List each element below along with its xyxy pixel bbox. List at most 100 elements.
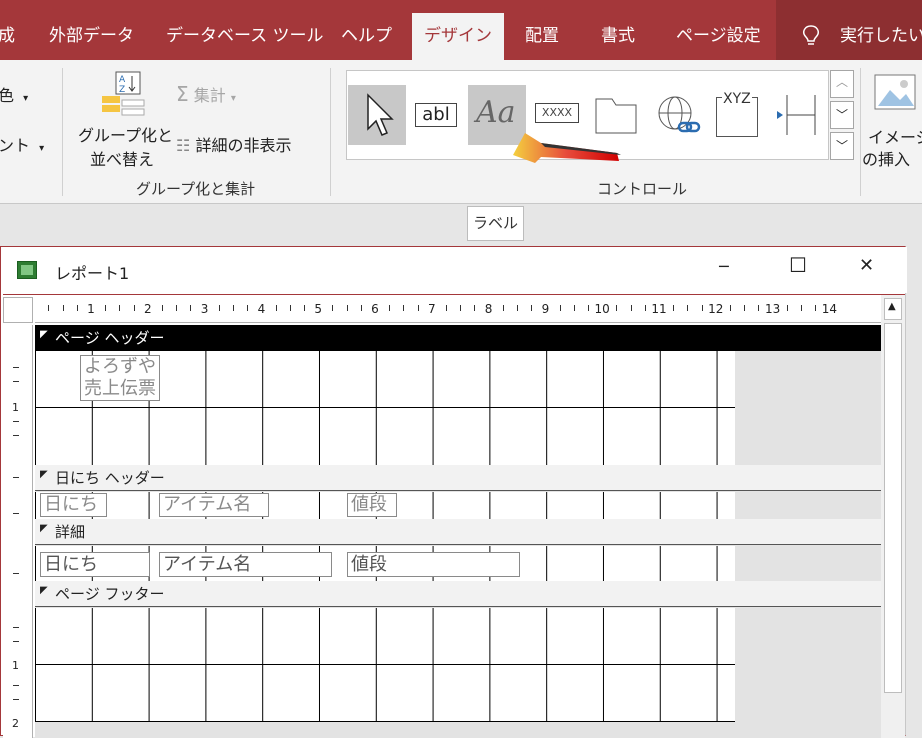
controls-gallery: abl Aa XXXX XYZ	[346, 70, 829, 163]
gallery-scroll-down[interactable]: ﹀	[830, 101, 854, 129]
chart-control[interactable]: XYZ	[710, 85, 768, 145]
section-date-header-label: 日にち ヘッダー	[55, 469, 165, 487]
ruler-number: 14	[821, 302, 838, 316]
tooltip: ラベル	[467, 206, 524, 241]
textbox-control[interactable]: abl	[409, 85, 467, 145]
color-button-partial[interactable]: 色 ▾	[0, 82, 28, 106]
ruler-number: 13	[764, 302, 781, 316]
ruler-tick	[13, 381, 19, 382]
price-header-label[interactable]: 値段	[347, 493, 397, 517]
close-button[interactable]: ✕	[859, 255, 874, 276]
ribbon-panel: 色 ▾ ント ▾ A Z グループ化と 並べ替え Σ 集計 ▾ ☷ 詳細の非表示…	[0, 60, 922, 204]
ruler-tick	[573, 305, 575, 311]
tab-design[interactable]: デザイン	[412, 13, 504, 60]
tab-database-tools[interactable]: データベース ツール	[166, 0, 324, 60]
section-date-header[interactable]: ◤ 日にち ヘッダー	[35, 465, 881, 491]
ruler-tick	[701, 305, 703, 311]
gallery-scroll-up[interactable]: ︿	[830, 70, 854, 98]
ruler-tick	[13, 477, 19, 478]
group-sort-button[interactable]: A Z グループ化と 並べ替え	[76, 70, 173, 170]
group-separator	[62, 68, 63, 196]
ruler-tick	[403, 305, 405, 311]
ribbon-tab-bar: 成 外部データ データベース ツール ヘルプ デザイン 配置 書式 ページ設定 …	[0, 0, 922, 60]
hyperlink-control[interactable]	[649, 85, 707, 145]
section-detail-label: 詳細	[55, 523, 86, 541]
ruler-tick	[417, 305, 419, 311]
section-detail[interactable]: ◤ 詳細	[35, 519, 881, 545]
ruler-tick	[687, 305, 689, 311]
item-name-field[interactable]: アイテム名	[159, 552, 332, 577]
grid-line	[35, 664, 735, 665]
gallery-more[interactable]: ﹀	[830, 132, 854, 160]
hide-details-button[interactable]: ☷ 詳細の非表示	[176, 132, 291, 156]
item-name-header-label[interactable]: アイテム名	[159, 493, 269, 517]
ruler-tick	[162, 305, 163, 311]
page-break-icon	[777, 95, 816, 135]
ruler-number: 1	[12, 401, 19, 414]
globe-link-icon	[658, 96, 701, 133]
tab-create-partial[interactable]: 成	[0, 0, 15, 60]
page-break-control[interactable]	[769, 85, 827, 145]
maximize-button[interactable]: ☐	[789, 253, 807, 277]
minimize-button[interactable]: ─	[719, 257, 729, 276]
ruler-number: 2	[12, 717, 19, 730]
ruler-tick	[815, 305, 817, 311]
ruler-corner[interactable]	[3, 297, 33, 323]
date-field[interactable]: 日にち	[40, 552, 150, 577]
section-marker-icon: ◤	[40, 585, 48, 596]
store-title-label[interactable]: よろずや 売上伝票	[80, 355, 160, 401]
ruler-tick	[247, 305, 249, 311]
totals-button[interactable]: Σ 集計 ▾	[176, 82, 236, 106]
pointer-arrow-icon	[367, 93, 394, 136]
ruler-tick	[48, 305, 50, 311]
color-button-label: 色	[0, 86, 15, 105]
tab-format[interactable]: 書式	[601, 0, 635, 60]
ruler-tick	[190, 305, 192, 311]
ruler-tick	[13, 573, 19, 574]
chevron-up-icon: ︿	[836, 75, 849, 89]
ruler-tick	[13, 641, 19, 642]
font-button-partial[interactable]: ント ▾	[0, 132, 44, 156]
font-button-label: ント	[0, 136, 31, 155]
insert-image-button[interactable]: イメージ の挿入	[862, 70, 922, 180]
svg-text:Z: Z	[119, 85, 125, 95]
scroll-up-button[interactable]: ▲	[884, 298, 902, 320]
totals-label: 集計	[193, 86, 226, 105]
scroll-up-arrow-icon: ▲	[888, 301, 896, 312]
section-marker-icon: ◤	[40, 329, 48, 340]
ruler-tick	[801, 305, 802, 311]
ruler-tick	[559, 305, 561, 311]
ruler-number: 5	[314, 302, 323, 316]
controls-section-label: コントロール	[597, 180, 688, 198]
grid-line	[35, 721, 735, 722]
ruler-tick	[360, 305, 362, 311]
hide-details-icon: ☷	[176, 136, 191, 155]
section-page-footer[interactable]: ◤ ページ フッター	[35, 581, 881, 607]
ruler-number: 10	[594, 302, 610, 316]
tab-arrange[interactable]: 配置	[525, 0, 559, 60]
price-field[interactable]: 値段	[347, 552, 520, 577]
select-pointer-control[interactable]	[348, 85, 406, 145]
lightbulb-icon	[803, 25, 819, 45]
ruler-tick	[218, 305, 220, 311]
grid-line	[35, 407, 735, 408]
group-separator	[330, 68, 331, 196]
tab-help[interactable]: ヘルプ	[341, 0, 392, 60]
scroll-thumb[interactable]	[884, 323, 902, 693]
ruler-tick	[304, 305, 305, 311]
page-footer-grid	[35, 608, 735, 722]
tell-me-box[interactable]: 実行したい作業	[776, 0, 922, 60]
ruler-tick	[76, 305, 78, 311]
store-title-line2: 売上伝票	[84, 378, 156, 399]
tab-page-setup[interactable]: ページ設定	[676, 0, 761, 60]
ruler-tick	[389, 305, 391, 311]
window-title: レポート1	[55, 264, 130, 283]
ruler-number: 2	[143, 302, 152, 316]
section-page-header[interactable]: ◤ ページ ヘッダー	[35, 325, 881, 351]
vertical-scrollbar[interactable]: ▲	[881, 295, 905, 738]
date-header-label[interactable]: 日にち	[40, 493, 107, 517]
ruler-tick	[502, 305, 504, 311]
tab-external-data[interactable]: 外部データ	[49, 0, 134, 60]
ruler-tick	[13, 435, 19, 436]
ruler-tick	[474, 305, 476, 311]
